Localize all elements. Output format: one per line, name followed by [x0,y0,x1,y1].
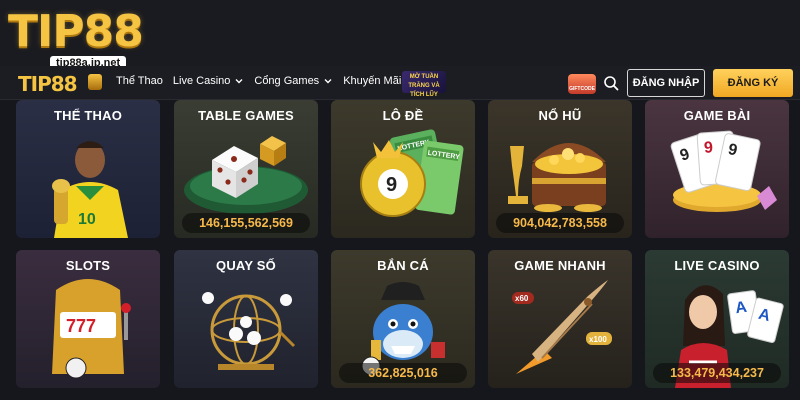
lottery-ball-number: 9 [386,174,397,196]
chevron-down-icon [324,79,332,84]
card-title: QUAY SỐ [216,258,276,273]
game-card-no-hu[interactable]: NỔ HŨ 904,042,783,558 [488,100,632,238]
nav-logo[interactable]: TIP88 [18,72,78,96]
register-button[interactable]: ĐĂNG KÝ [713,69,793,97]
jackpot-counter: 904,042,783,558 [496,213,624,233]
card-title: NỔ HŨ [538,108,582,123]
multiplier-badge: x60 [515,294,529,303]
jackpot-counter: 133,479,434,237 [653,363,781,383]
game-card-game-bai[interactable]: 9 9 9 GAME BÀI [645,100,789,238]
nav-logo-badge-icon [88,74,102,90]
nav-item-label: Cổng Games [254,75,320,87]
promo-badge[interactable]: MỜ TUẦN TRĂNG VÀ TÍCH LŨY [402,71,446,98]
chevron-down-icon [235,79,243,84]
brand-banner: TIP88 tip88a.jp.net [0,0,800,74]
search-icon[interactable] [603,75,619,91]
card-title: SLOTS [65,258,111,273]
card-title: GAME NHANH [514,258,606,273]
login-button[interactable]: ĐĂNG NHẬP [627,69,705,97]
nav-item-label: Khuyến Mãi [343,75,402,87]
nav-item-live-casino[interactable]: Live Casino [173,75,244,87]
main-navbar: TIP88 Thể Thao Live Casino Cổng Games Kh… [0,66,800,100]
nav-item-cong-games[interactable]: Cổng Games [254,75,333,87]
giftcode-icon[interactable]: GIFTCODE [568,74,596,94]
card-title: LÔ ĐỀ [382,108,424,123]
nav-item-the-thao[interactable]: Thể Thao [116,75,163,87]
game-card-game-nhanh[interactable]: x60 x100 GAME NHANH [488,250,632,388]
card-title: BẮN CÁ [377,258,429,273]
jackpot-counter: 362,825,016 [339,363,467,383]
svg-text:10: 10 [78,211,96,228]
card-title: GAME BÀI [683,108,751,123]
card-title: LIVE CASINO [674,258,760,273]
site-logo[interactable]: TIP88 [8,6,144,58]
game-card-lo-de[interactable]: LOTTERY LOTTERY 9 LÔ ĐỀ [331,100,475,238]
slot-reel-digits: 777 [66,316,96,336]
multiplier-badge: x100 [589,335,607,344]
nav-item-label: Live Casino [172,75,231,87]
nav-item-khuyen-mai[interactable]: Khuyến Mãi [343,75,401,87]
jackpot-counter: 146,155,562,569 [182,213,310,233]
card-rank: 9 [703,139,713,157]
card-title: THỂ THAO [53,108,123,123]
game-card-slots[interactable]: 777 SLOTS [16,250,160,388]
game-card-ban-ca[interactable]: BẮN CÁ 362,825,016 [331,250,475,388]
game-card-live-casino[interactable]: A A LIVE CASINO 133,479,434,237 [645,250,789,388]
game-card-quay-so[interactable]: QUAY SỐ [174,250,318,388]
game-card-table-games[interactable]: TABLE GAMES 146,155,562,569 [174,100,318,238]
nav-links: Thể Thao Live Casino Cổng Games Khuyến M… [116,75,401,87]
game-card-the-thao[interactable]: 10 THỂ THAO [16,100,160,238]
nav-item-label: Thể Thao [116,75,163,87]
card-title: TABLE GAMES [198,108,294,123]
